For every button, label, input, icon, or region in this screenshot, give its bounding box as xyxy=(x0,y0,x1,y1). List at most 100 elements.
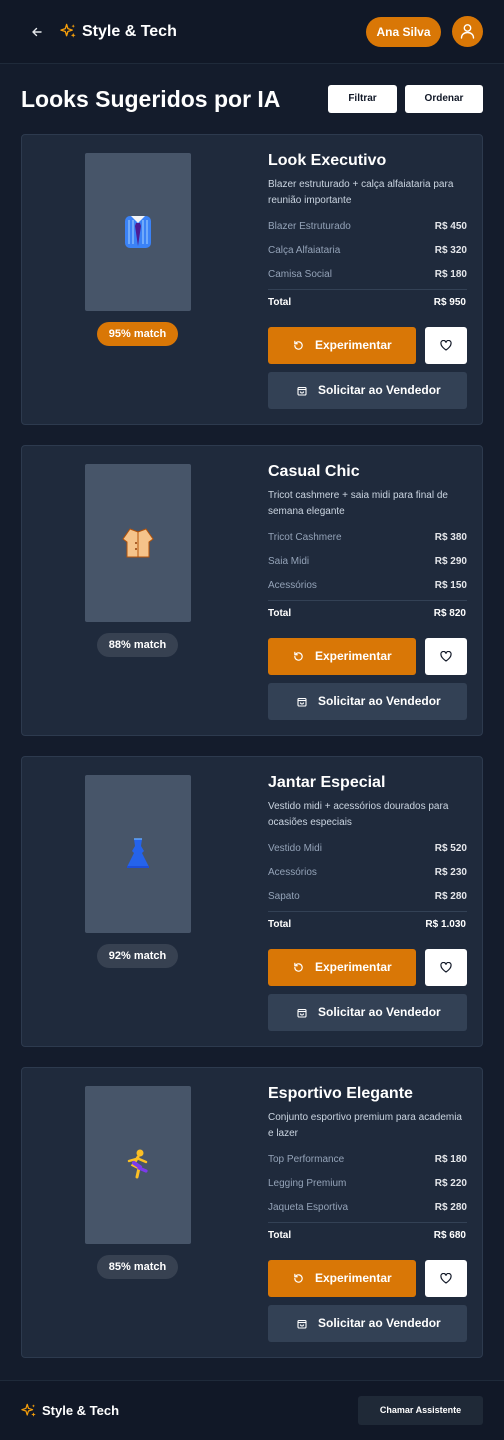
item-name: Saia Midi xyxy=(268,556,310,567)
user-name-button[interactable]: Ana Silva xyxy=(366,17,441,47)
shopping-bag-icon xyxy=(297,697,307,707)
item-name: Acessórios xyxy=(268,867,317,878)
item-row: Acessórios R$ 230 xyxy=(268,866,467,880)
look-emoji-icon xyxy=(85,1086,191,1244)
heart-icon xyxy=(440,651,452,662)
look-image xyxy=(85,775,191,933)
favorite-button[interactable] xyxy=(425,327,467,364)
request-seller-button[interactable]: Solicitar ao Vendedor xyxy=(268,372,467,409)
filter-button[interactable]: Filtrar xyxy=(328,85,397,113)
item-row: Jaqueta Esportiva R$ 280 xyxy=(268,1201,467,1215)
look-emoji-icon xyxy=(85,464,191,622)
footer-brand-name: Style & Tech xyxy=(42,1403,120,1418)
try-on-button[interactable]: Experimentar xyxy=(268,1260,416,1297)
look-title: Jantar Especial xyxy=(268,774,386,791)
item-price: R$ 280 xyxy=(434,891,467,902)
item-price: R$ 450 xyxy=(434,221,467,232)
user-icon xyxy=(460,24,475,39)
total-label: Total xyxy=(268,297,292,308)
item-price: R$ 290 xyxy=(434,556,467,567)
item-name: Acessórios xyxy=(268,580,317,591)
call-assistant-button[interactable]: Chamar Assistente xyxy=(358,1396,483,1425)
sparkle-logo-icon xyxy=(60,23,76,38)
item-price: R$ 180 xyxy=(434,1154,467,1165)
request-seller-label: Solicitar ao Vendedor xyxy=(318,1316,441,1330)
request-seller-button[interactable]: Solicitar ao Vendedor xyxy=(268,994,467,1031)
item-row: Calça Alfaiataria R$ 320 xyxy=(268,244,467,258)
item-row: Acessórios R$ 150 xyxy=(268,579,467,593)
favorite-button[interactable] xyxy=(425,1260,467,1297)
refresh-icon xyxy=(294,340,303,350)
request-seller-button[interactable]: Solicitar ao Vendedor xyxy=(268,683,467,720)
page-title: Looks Sugeridos por IA xyxy=(21,86,281,112)
item-row: Sapato R$ 280 xyxy=(268,890,467,904)
item-row: Vestido Midi R$ 520 xyxy=(268,842,467,856)
look-emoji-icon xyxy=(85,775,191,933)
match-badge: 95% match xyxy=(97,322,178,346)
total-value: R$ 820 xyxy=(433,608,466,619)
match-badge: 92% match xyxy=(97,944,178,968)
look-description: Conjunto esportivo premium para academia… xyxy=(268,1112,462,1139)
item-name: Jaqueta Esportiva xyxy=(268,1202,349,1213)
request-seller-button[interactable]: Solicitar ao Vendedor xyxy=(268,1305,467,1342)
total-value: R$ 950 xyxy=(433,297,466,308)
total-label: Total xyxy=(268,1230,292,1241)
try-on-label: Experimentar xyxy=(315,1271,392,1285)
back-arrow-icon[interactable] xyxy=(26,21,48,43)
divider xyxy=(268,600,467,601)
item-row: Legging Premium R$ 220 xyxy=(268,1177,467,1191)
look-emoji-icon xyxy=(85,153,191,311)
top-header: Style & Tech Ana Silva xyxy=(0,0,504,64)
divider xyxy=(268,1222,467,1223)
try-on-label: Experimentar xyxy=(315,338,392,352)
item-name: Vestido Midi xyxy=(268,843,322,854)
brand-name: Style & Tech xyxy=(82,23,177,40)
sparkle-logo-icon xyxy=(21,1403,36,1417)
divider xyxy=(268,911,467,912)
favorite-button[interactable] xyxy=(425,949,467,986)
item-name: Blazer Estruturado xyxy=(268,221,351,232)
item-price: R$ 520 xyxy=(434,843,467,854)
shopping-bag-icon xyxy=(297,1008,307,1018)
look-title: Casual Chic xyxy=(268,463,360,480)
try-on-button[interactable]: Experimentar xyxy=(268,327,416,364)
match-badge: 85% match xyxy=(97,1255,178,1279)
footer: Style & Tech Chamar Assistente xyxy=(0,1380,504,1440)
item-price: R$ 230 xyxy=(434,867,467,878)
item-price: R$ 220 xyxy=(434,1178,467,1189)
item-row: Camisa Social R$ 180 xyxy=(268,268,467,282)
item-price: R$ 280 xyxy=(434,1202,467,1213)
item-row: Tricot Cashmere R$ 380 xyxy=(268,531,467,545)
look-image xyxy=(85,464,191,622)
look-title: Look Executivo xyxy=(268,152,387,169)
item-price: R$ 380 xyxy=(434,532,467,543)
sort-button[interactable]: Ordenar xyxy=(405,85,483,113)
try-on-button[interactable]: Experimentar xyxy=(268,949,416,986)
total-label: Total xyxy=(268,608,292,619)
look-image xyxy=(85,153,191,311)
look-card-4: 85% match Esportivo Elegante Conjunto es… xyxy=(21,1067,483,1358)
item-row: Blazer Estruturado R$ 450 xyxy=(268,220,467,234)
avatar[interactable] xyxy=(452,16,483,47)
heart-icon xyxy=(440,962,452,973)
refresh-icon xyxy=(294,651,303,661)
look-description: Tricot cashmere + saia midi para final d… xyxy=(268,490,448,517)
try-on-button[interactable]: Experimentar xyxy=(268,638,416,675)
look-card-2: 88% match Casual Chic Tricot cashmere + … xyxy=(21,445,483,736)
shopping-bag-icon xyxy=(297,1319,307,1329)
match-badge: 88% match xyxy=(97,633,178,657)
item-name: Top Performance xyxy=(268,1154,345,1165)
item-name: Sapato xyxy=(268,891,300,902)
item-price: R$ 320 xyxy=(434,245,467,256)
request-seller-label: Solicitar ao Vendedor xyxy=(318,694,441,708)
heart-icon xyxy=(440,1273,452,1284)
favorite-button[interactable] xyxy=(425,638,467,675)
item-row: Saia Midi R$ 290 xyxy=(268,555,467,569)
item-name: Tricot Cashmere xyxy=(268,532,342,543)
look-title: Esportivo Elegante xyxy=(268,1085,413,1102)
request-seller-label: Solicitar ao Vendedor xyxy=(318,383,441,397)
try-on-label: Experimentar xyxy=(315,960,392,974)
request-seller-label: Solicitar ao Vendedor xyxy=(318,1005,441,1019)
total-value: R$ 680 xyxy=(433,1230,466,1241)
item-price: R$ 150 xyxy=(434,580,467,591)
